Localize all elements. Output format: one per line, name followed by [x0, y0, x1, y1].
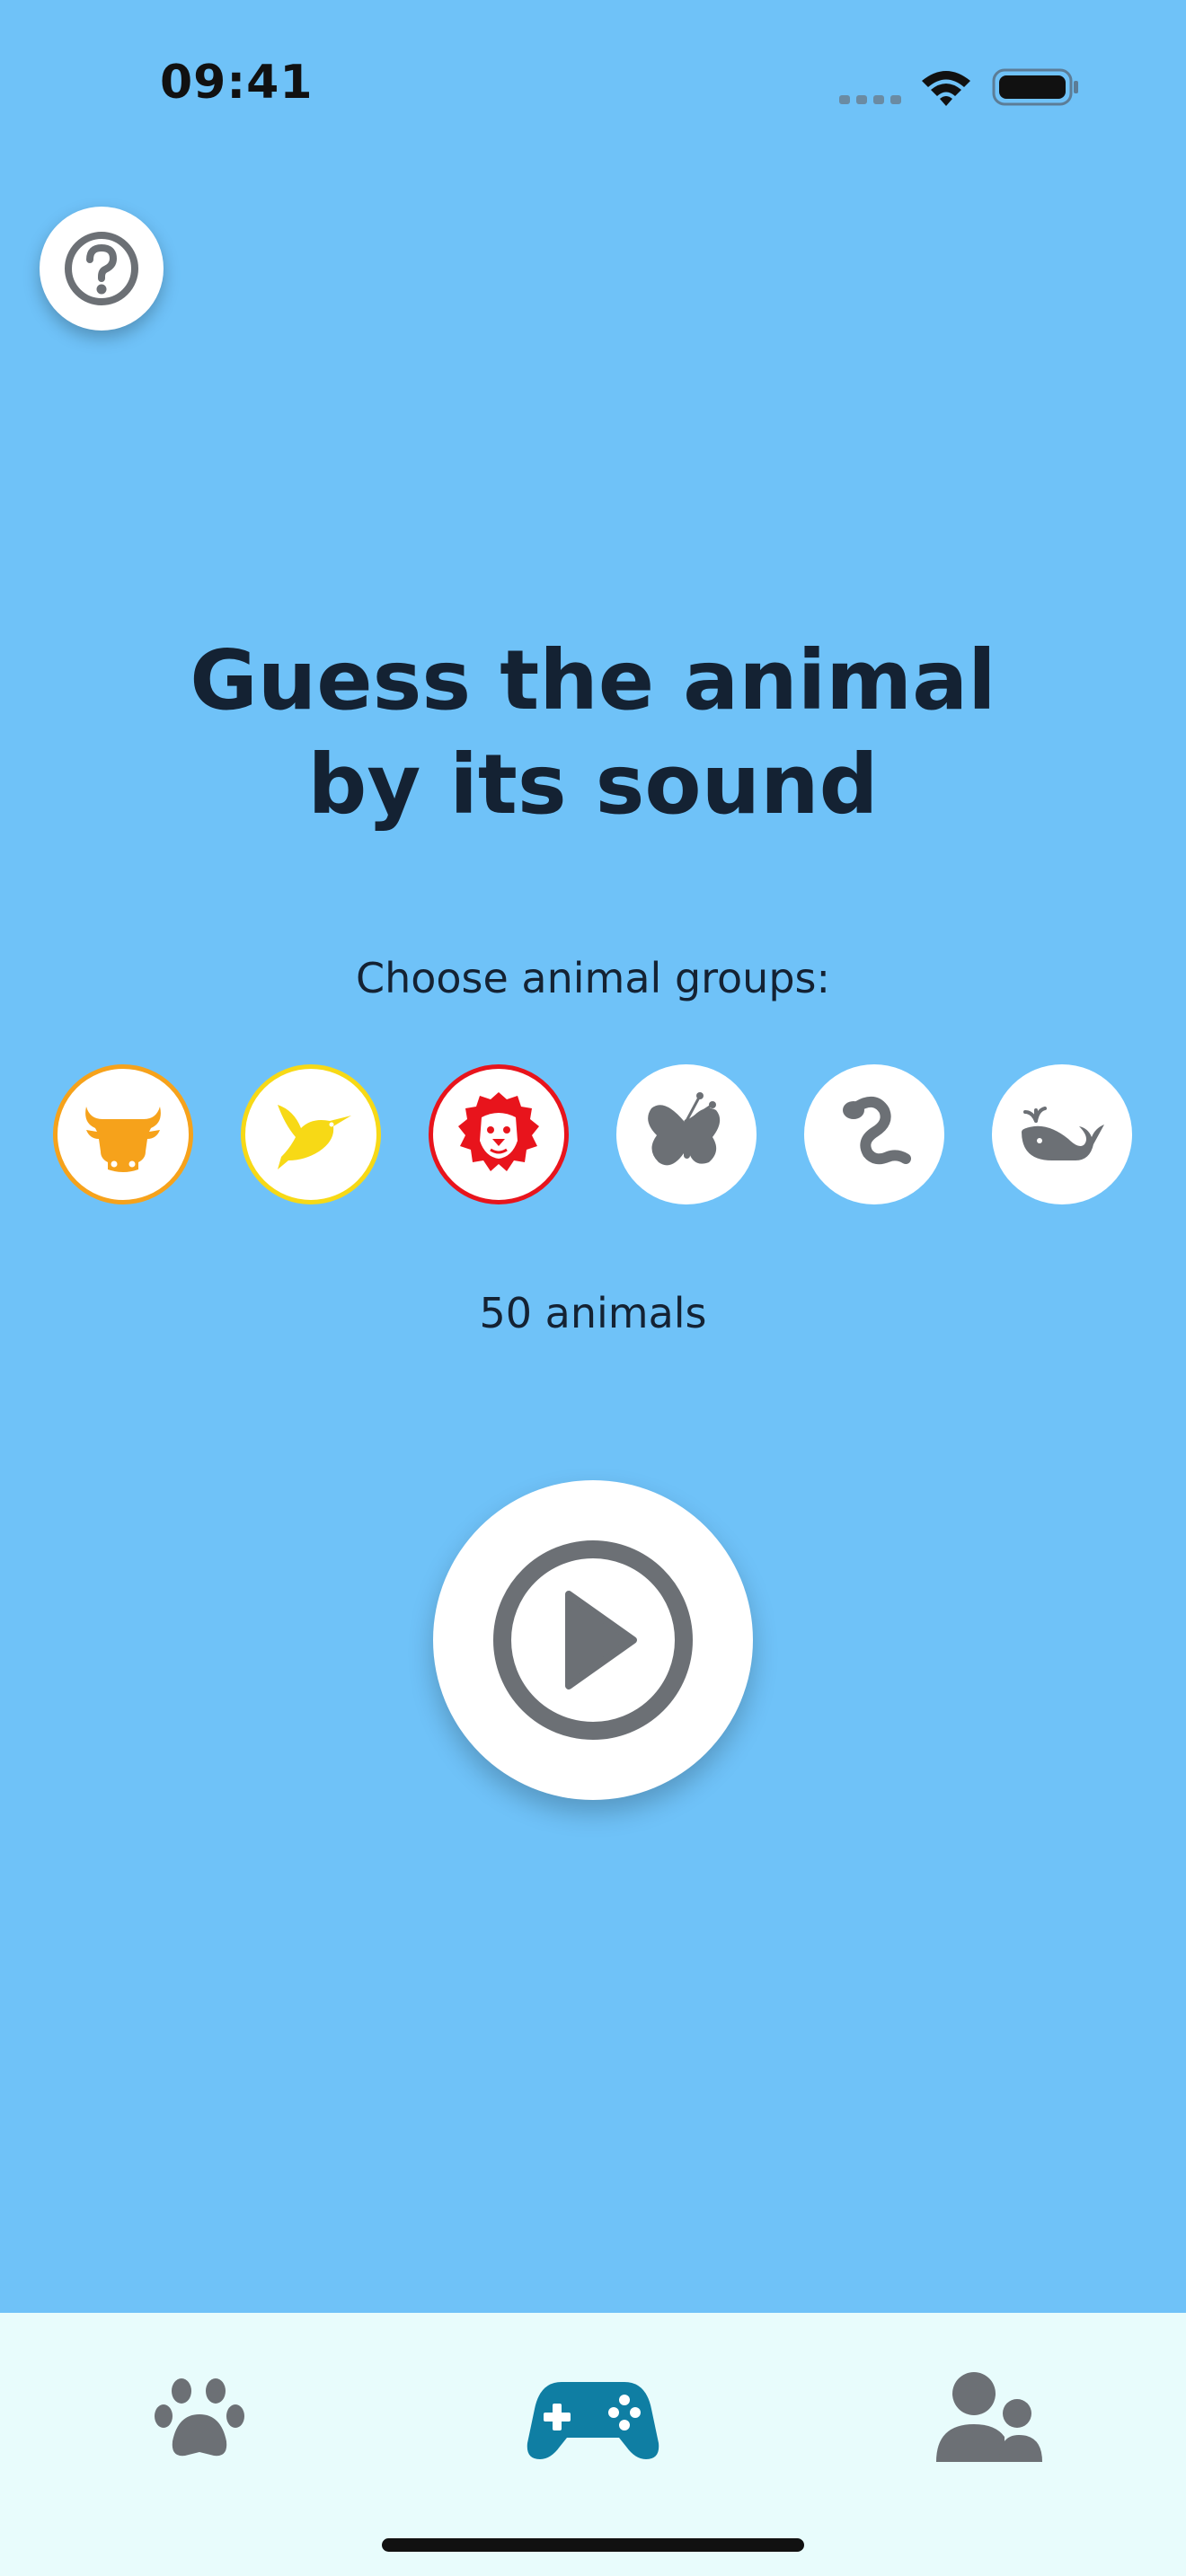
gamepad-icon: [527, 2382, 659, 2459]
butterfly-icon: [648, 1092, 721, 1166]
group-wild-animals[interactable]: [429, 1064, 569, 1204]
whale-icon: [1022, 1107, 1104, 1160]
groups-label: Choose animal groups:: [355, 954, 831, 1002]
tab-game[interactable]: [521, 2360, 665, 2476]
help-button[interactable]: [40, 207, 164, 331]
animal-count: 50 animals: [479, 1289, 707, 1337]
page-title-text: Guess the animal by its sound: [190, 632, 996, 833]
play-circle-icon: [493, 1540, 693, 1740]
page-title: Guess the animal by its sound: [0, 629, 1186, 837]
snake-icon: [843, 1096, 911, 1165]
cellular-signal-icon: [839, 95, 901, 104]
battery-icon: [992, 68, 1078, 106]
cow-icon: [85, 1107, 161, 1172]
group-reptiles[interactable]: [804, 1064, 944, 1204]
paw-icon: [155, 2378, 244, 2457]
question-circle-icon: [65, 232, 138, 305]
animal-groups: [0, 1064, 1186, 1208]
bird-icon: [278, 1105, 351, 1169]
tab-bar: [0, 2313, 1186, 2576]
group-farm-animals[interactable]: [53, 1064, 193, 1204]
tab-profile[interactable]: [916, 2360, 1060, 2476]
game-screen: 09:41 Guess the animal by its sound Choo…: [0, 0, 1186, 2576]
users-icon: [936, 2372, 1042, 2462]
lion-icon: [458, 1092, 539, 1171]
wifi-icon: [922, 71, 970, 106]
status-time: 09:41: [160, 56, 314, 110]
play-button[interactable]: [433, 1480, 753, 1800]
home-indicator: [382, 2538, 804, 2552]
group-insects[interactable]: [616, 1064, 757, 1204]
group-birds[interactable]: [241, 1064, 381, 1204]
group-sea-animals[interactable]: [992, 1064, 1132, 1204]
tab-animals[interactable]: [128, 2360, 271, 2476]
